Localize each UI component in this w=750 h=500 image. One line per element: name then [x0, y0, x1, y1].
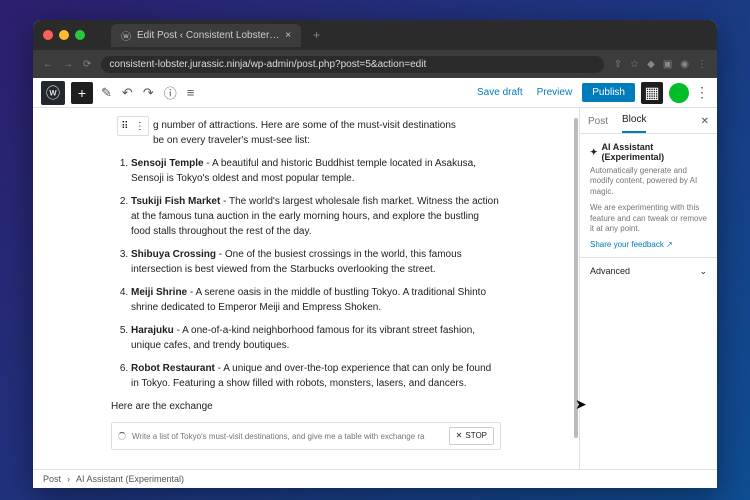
undo-icon[interactable]: ↶	[120, 85, 135, 101]
tab-close-icon[interactable]: ×	[285, 30, 291, 41]
publish-button[interactable]: Publish	[582, 83, 635, 102]
feedback-link[interactable]: Share your feedback ↗	[590, 240, 673, 249]
list-item-title: Harajuku	[131, 325, 174, 336]
editor-scrollbar[interactable]	[573, 108, 579, 469]
share-icon[interactable]: ⇧	[614, 59, 622, 70]
tab-title: Edit Post ‹ Consistent Lobster…	[137, 30, 279, 41]
url-bar: ← → ⟳ consistent-lobster.jurassic.ninja/…	[33, 50, 717, 78]
menu-icon[interactable]: ⋮	[697, 59, 707, 70]
minimize-window-button[interactable]	[59, 30, 69, 40]
wordpress-logo-icon[interactable]: ⓦ	[41, 81, 65, 105]
ai-panel-title: AI Assistant (Experimental)	[602, 142, 707, 162]
back-icon[interactable]: ←	[43, 59, 53, 70]
browser-tab[interactable]: ⓦ Edit Post ‹ Consistent Lobster… ×	[111, 24, 301, 47]
preview-button[interactable]: Preview	[533, 87, 577, 98]
stop-button[interactable]: ✕ STOP	[449, 427, 494, 445]
destinations-list[interactable]: Sensoji Temple - A beautiful and histori…	[111, 156, 501, 391]
wordpress-favicon: ⓦ	[121, 28, 131, 43]
list-item[interactable]: Meiji Shrine - A serene oasis in the mid…	[131, 285, 501, 315]
jetpack-icon[interactable]	[669, 83, 689, 103]
outline-icon[interactable]: ≡	[185, 85, 197, 100]
address-field[interactable]: consistent-lobster.jurassic.ninja/wp-adm…	[101, 56, 603, 73]
settings-sidebar: Post Block ✕ ✦ AI Assistant (Experimenta…	[579, 108, 717, 469]
list-item[interactable]: Sensoji Temple - A beautiful and histori…	[131, 156, 501, 186]
list-item[interactable]: Harajuku - A one-of-a-kind neighborhood …	[131, 323, 501, 353]
list-item[interactable]: Tsukiji Fish Market - The world's larges…	[131, 194, 501, 239]
breadcrumb-current[interactable]: AI Assistant (Experimental)	[76, 474, 184, 484]
tab-block[interactable]: Block	[622, 114, 646, 133]
advanced-panel[interactable]: Advanced ⌄	[580, 258, 717, 285]
close-window-button[interactable]	[43, 30, 53, 40]
block-mover[interactable]: ⠿ ⋮	[117, 116, 149, 136]
block-options-icon[interactable]: ⋮	[135, 119, 145, 134]
browser-window: ⓦ Edit Post ‹ Consistent Lobster… × + ← …	[33, 20, 717, 488]
list-item-title: Sensoji Temple	[131, 158, 204, 169]
maximize-window-button[interactable]	[75, 30, 85, 40]
save-draft-button[interactable]: Save draft	[473, 87, 527, 98]
ai-assistant-panel: ✦ AI Assistant (Experimental) Automatica…	[580, 134, 717, 258]
reload-icon[interactable]: ⟳	[83, 59, 91, 70]
breadcrumb-separator: ›	[67, 474, 70, 484]
extension-icon[interactable]: ◆	[647, 59, 655, 70]
editor-top-toolbar: ⓦ + ✎ ↶ ↷ ⓘ ≡ Save draft Preview Publish…	[33, 78, 717, 108]
drag-handle-icon[interactable]: ⠿	[121, 119, 128, 134]
extension-icon-2[interactable]: ▣	[663, 59, 672, 70]
scrollbar-thumb[interactable]	[574, 118, 578, 438]
ai-panel-warning: We are experimenting with this feature a…	[590, 203, 707, 234]
star-icon[interactable]: ☆	[630, 59, 639, 70]
list-item-title: Shibuya Crossing	[131, 249, 216, 260]
list-item-title: Robot Restaurant	[131, 363, 215, 374]
list-item[interactable]: Robot Restaurant - A unique and over-the…	[131, 361, 501, 391]
list-item-title: Meiji Shrine	[131, 287, 187, 298]
add-block-button[interactable]: +	[71, 82, 93, 104]
profile-icon[interactable]: ◉	[680, 59, 689, 70]
editor-canvas[interactable]: ⠿ ⋮ g number of attractions. Here are so…	[33, 108, 579, 469]
ai-panel-desc: Automatically generate and modify conten…	[590, 166, 707, 197]
list-item-title: Tsukiji Fish Market	[131, 196, 220, 207]
sparkle-icon: ✦	[590, 147, 598, 158]
loading-spinner-icon	[118, 432, 126, 440]
block-breadcrumb: Post › AI Assistant (Experimental)	[33, 469, 717, 488]
close-icon: ✕	[456, 430, 463, 442]
redo-icon[interactable]: ↷	[141, 85, 156, 101]
close-sidebar-icon[interactable]: ✕	[701, 116, 709, 127]
after-paragraph[interactable]: Here are the exchange	[111, 399, 501, 414]
tab-post[interactable]: Post	[588, 116, 608, 133]
breadcrumb-root[interactable]: Post	[43, 474, 61, 484]
forward-icon[interactable]: →	[63, 59, 73, 70]
ai-prompt-input[interactable]	[132, 432, 443, 441]
edit-tool-icon[interactable]: ✎	[99, 85, 114, 101]
more-menu-icon[interactable]: ⋮	[695, 84, 709, 101]
intro-paragraph[interactable]: ⠿ ⋮ g number of attractions. Here are so…	[111, 118, 501, 148]
new-tab-button[interactable]: +	[313, 28, 320, 42]
chevron-down-icon: ⌄	[699, 266, 707, 277]
titlebar: ⓦ Edit Post ‹ Consistent Lobster… × +	[33, 20, 717, 50]
editor-body: ⠿ ⋮ g number of attractions. Here are so…	[33, 108, 717, 469]
details-icon[interactable]: ⓘ	[162, 83, 179, 102]
ai-assistant-input-box[interactable]: ✕ STOP	[111, 422, 501, 450]
settings-icon[interactable]: ▦	[641, 82, 663, 104]
list-item[interactable]: Shibuya Crossing - One of the busiest cr…	[131, 247, 501, 277]
list-item-body: - A one-of-a-kind neighborhood famous fo…	[131, 325, 475, 351]
